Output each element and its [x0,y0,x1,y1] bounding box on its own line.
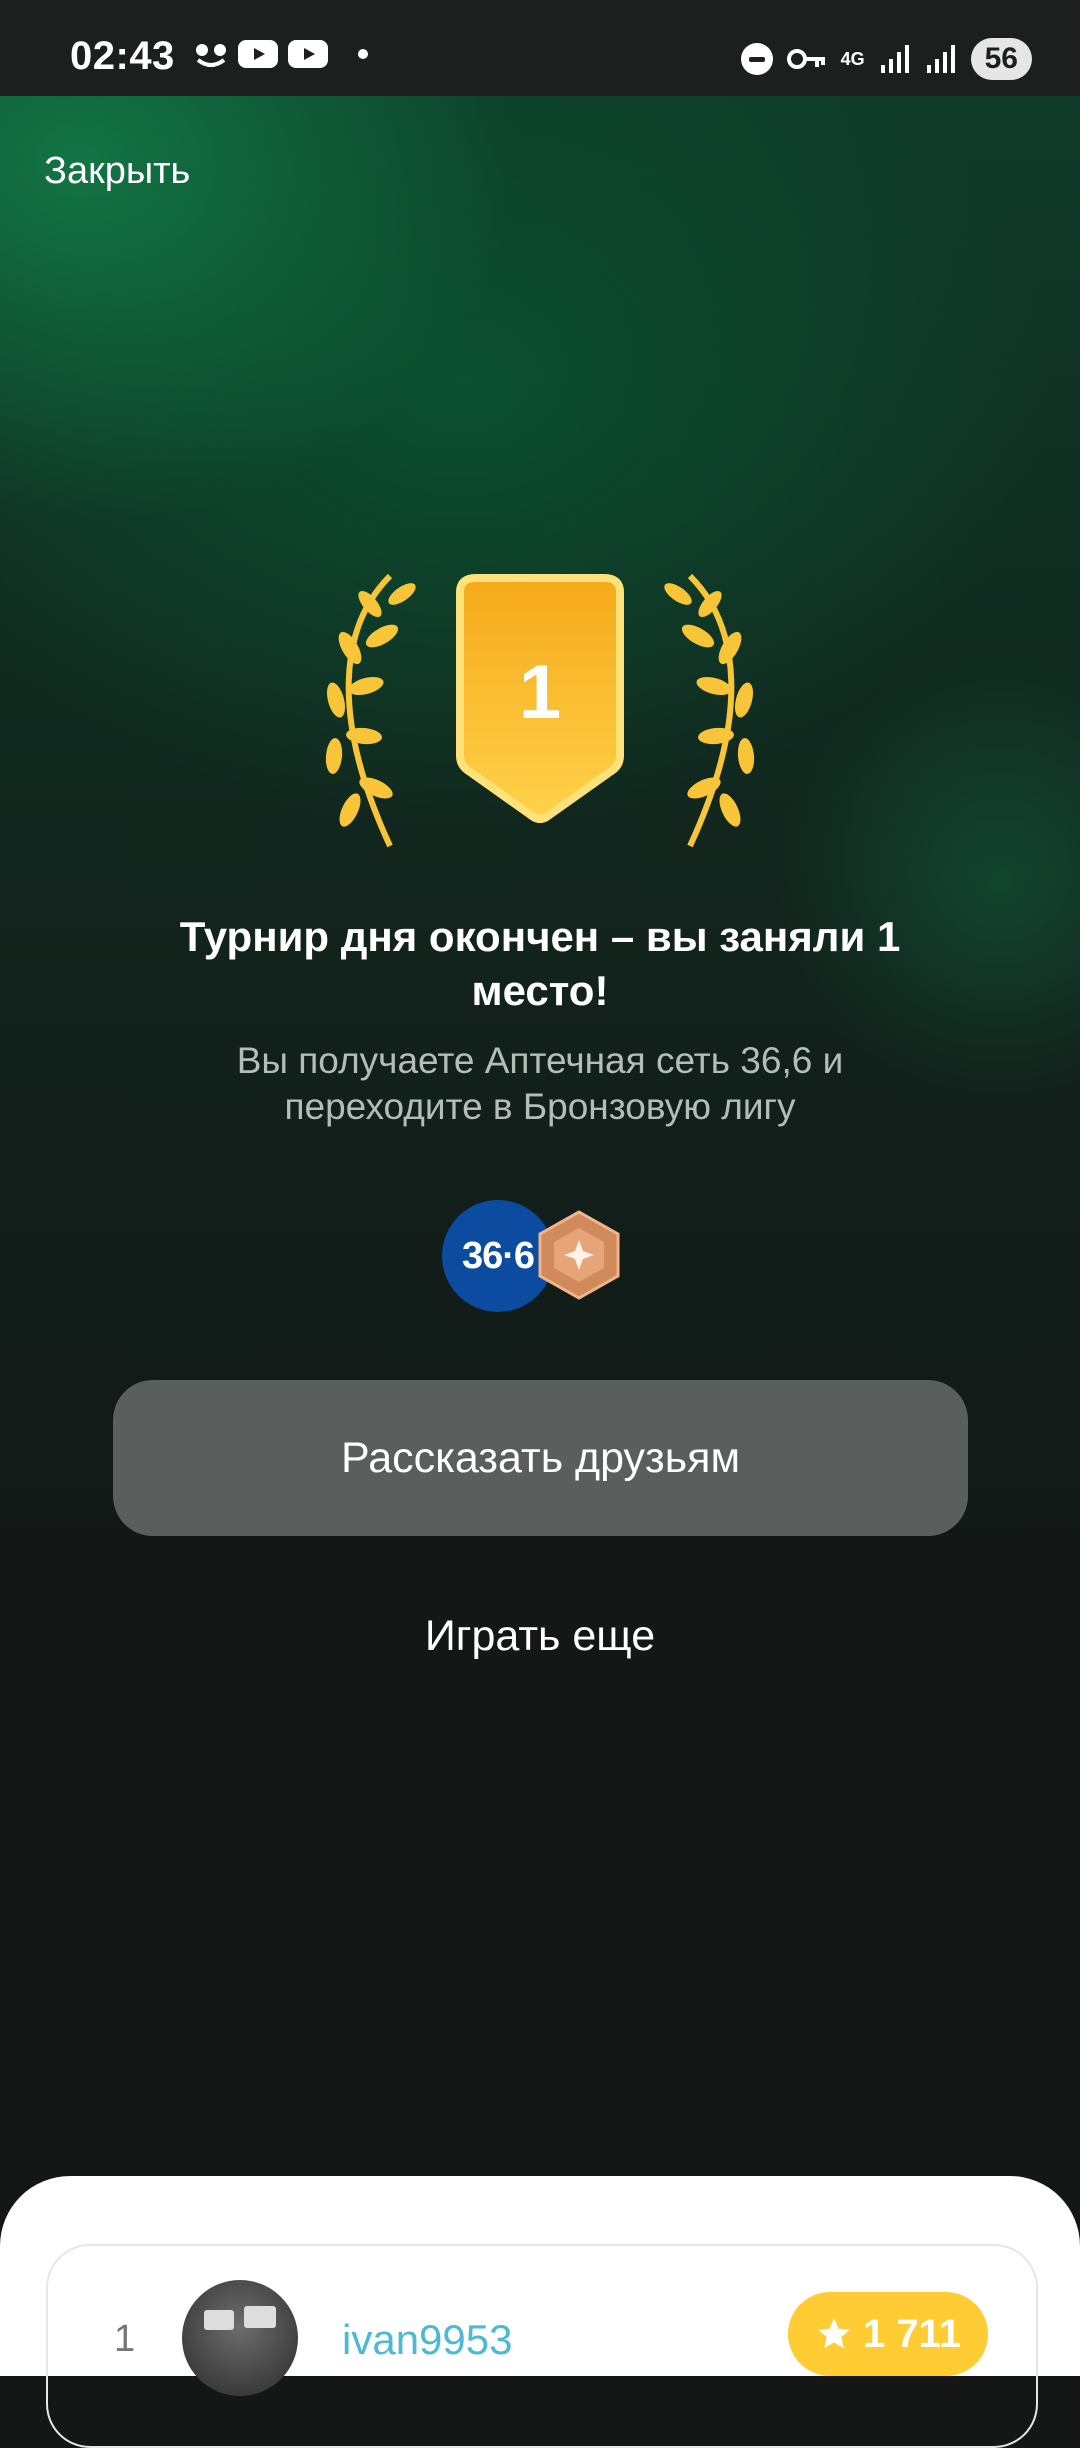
youtube-icon [238,40,278,68]
rewards: 36·6 [440,1198,640,1314]
app-notification-icon [196,44,226,67]
notification-icons [194,40,368,68]
bronze-league-icon [538,1210,620,1300]
first-place-emblem: 1 [325,573,755,848]
score-value: 1 711 [863,2311,961,2356]
star-icon [818,2318,850,2349]
leaderboard-panel: 1 ivan9953 1 711 [0,2176,1080,2448]
status-time: 02:43 [70,34,175,78]
youtube-icon [288,40,328,68]
avatar [182,2280,298,2396]
result-subtitle: Вы получаете Аптечная сеть 36,6 и перехо… [236,1040,844,1127]
share-with-friends-button[interactable]: Рассказать друзьям [113,1380,968,1536]
do-not-disturb-icon [740,43,773,75]
leaderboard-username[interactable]: ivan9953 [342,2316,512,2364]
laurel-icon [325,573,416,848]
status-bar: 02:43 4G 56 [0,0,1080,96]
more-notifications-dot [358,49,368,59]
battery-level: 56 [970,38,1032,80]
signal-icon [926,45,955,73]
leaderboard-row[interactable]: 1 ivan9953 1 711 [46,2244,1038,2448]
laurel-icon [664,573,755,848]
network-type: 4G [840,49,865,69]
score-badge: 1 711 [788,2292,988,2376]
place-number: 1 [519,650,561,735]
play-again-button[interactable]: Играть еще [340,1612,740,1661]
system-icons: 4G 56 [740,38,1032,80]
vpn-key-icon [786,49,825,69]
result-title: Турнир дня окончен – вы заняли 1 место! [179,913,901,1014]
background-gradient [0,0,1080,2340]
signal-icon [880,45,909,73]
close-link[interactable]: Закрыть [44,150,190,193]
